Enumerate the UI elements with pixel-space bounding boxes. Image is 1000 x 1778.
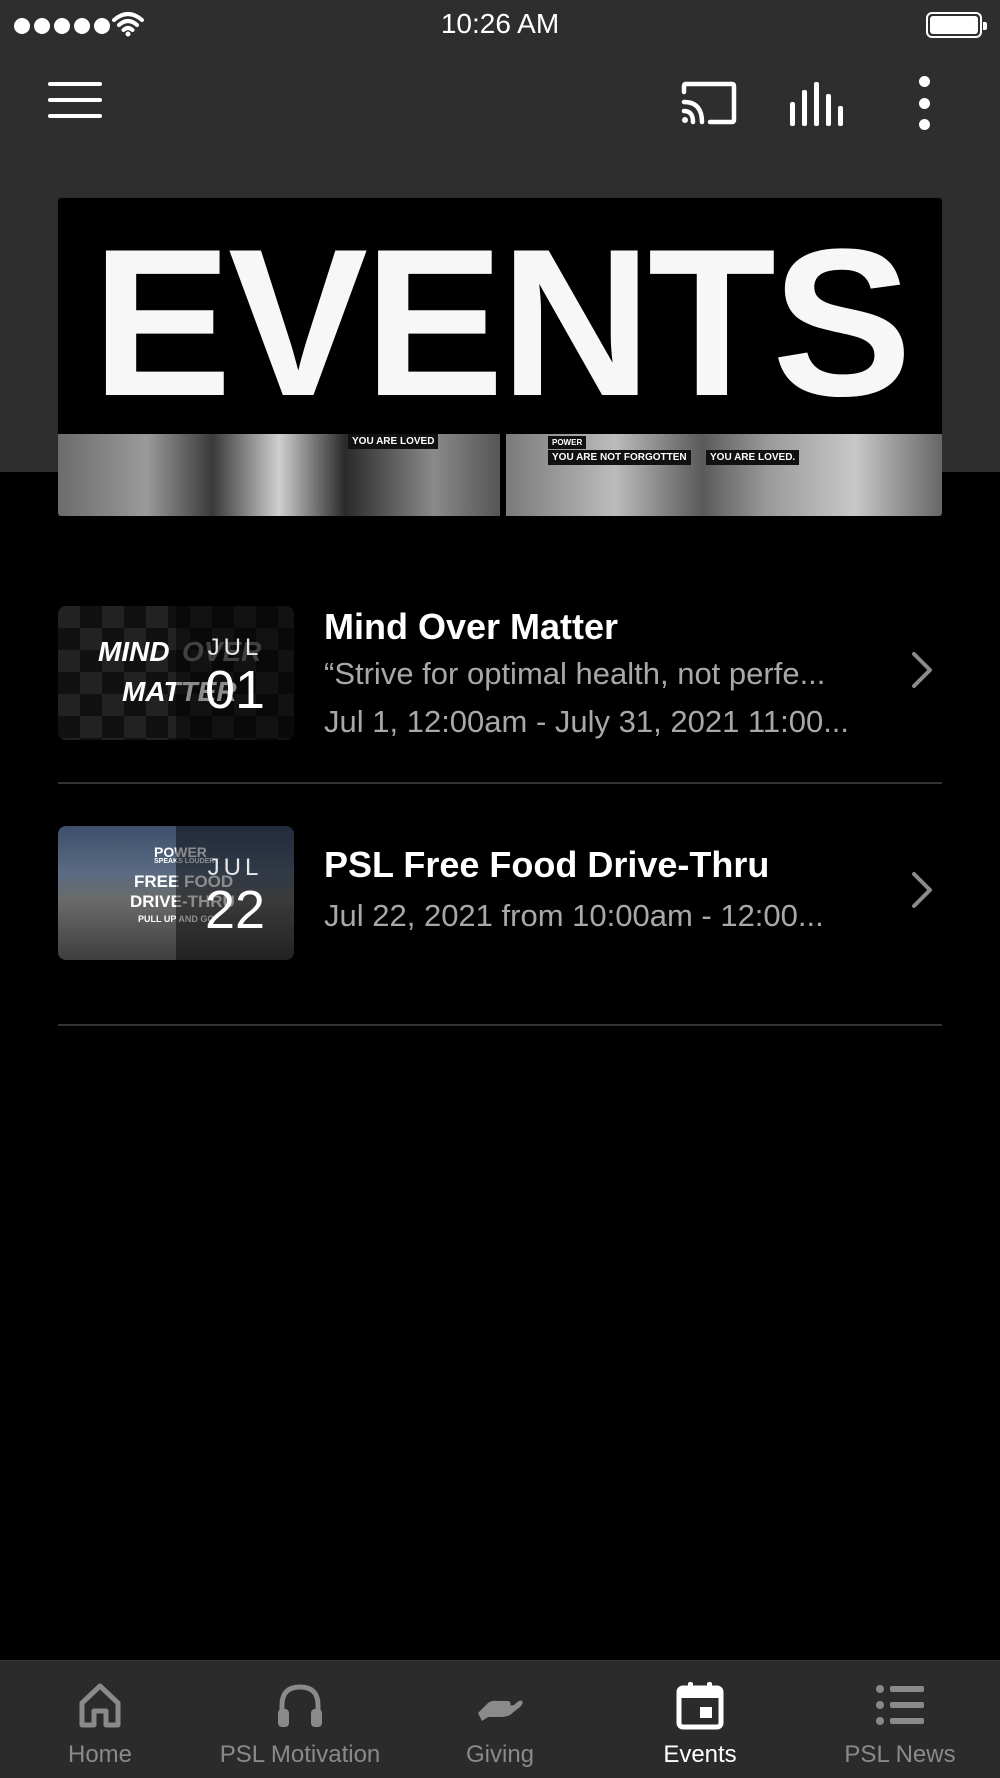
more-vertical-icon[interactable] (912, 76, 936, 130)
events-banner: EVENTS YOU ARE LOVED POWER YOU ARE NOT F… (58, 198, 942, 516)
calendar-icon (676, 1682, 724, 1730)
chevron-right-icon (912, 872, 932, 908)
date-day: 01 (204, 660, 266, 720)
tab-giving[interactable]: Giving (400, 1661, 600, 1778)
tab-label: PSL Motivation (219, 1741, 381, 1768)
tab-label: PSL News (844, 1741, 956, 1768)
headphones-icon (278, 1684, 322, 1727)
tab-label: Giving (465, 1741, 535, 1768)
status-bar: 10:26 AM (0, 0, 1000, 50)
list-divider (58, 1024, 942, 1026)
tab-psl-news[interactable]: PSL News (800, 1661, 1000, 1778)
event-list-item[interactable]: POWER SPEAKS LOUDER FREE FOOD DRIVE-THRU… (58, 826, 942, 1026)
tab-psl-motivation[interactable]: PSL Motivation (200, 1661, 400, 1778)
date-badge: JUL 01 (176, 606, 294, 740)
event-title: PSL Free Food Drive-Thru (324, 844, 770, 885)
date-badge: JUL 22 (176, 826, 294, 960)
menu-icon[interactable] (48, 82, 102, 122)
audio-bars-icon[interactable] (788, 80, 846, 126)
status-time: 10:26 AM (440, 8, 560, 39)
tab-home[interactable]: Home (0, 1661, 200, 1778)
banner-photo-caption: YOU ARE LOVED (348, 434, 439, 449)
tab-bar: Home PSL Motivation Giving Events PSL Ne… (0, 1660, 1000, 1778)
home-icon (79, 1683, 121, 1728)
date-month: JUL (207, 854, 263, 881)
event-thumbnail: POWER SPEAKS LOUDER FREE FOOD DRIVE-THRU… (58, 826, 294, 960)
cast-icon[interactable] (680, 78, 738, 126)
event-thumbnail: MIND OVER MATTER JUL 01 (58, 606, 294, 740)
event-date: Jul 1, 12:00am - July 31, 2021 11:00... (324, 704, 850, 739)
banner-photo: YOU ARE LOVED POWER YOU ARE NOT FORGOTTE… (58, 434, 942, 516)
tab-events[interactable]: Events (600, 1661, 800, 1778)
thumb-text: MIND (98, 636, 170, 667)
event-description: “Strive for optimal health, not perfe... (324, 656, 826, 691)
banner-photo-caption: YOU ARE NOT FORGOTTEN (548, 450, 691, 465)
banner-photo-caption: POWER (548, 436, 587, 449)
chevron-right-icon (912, 652, 932, 688)
list-divider (58, 782, 942, 784)
banner-photo-caption: YOU ARE LOVED. (706, 450, 800, 465)
tab-label: Events (663, 1741, 737, 1768)
event-title: Mind Over Matter (324, 606, 619, 647)
event-date: Jul 22, 2021 from 10:00am - 12:00... (324, 898, 824, 933)
banner-title: EVENTS (91, 205, 912, 440)
date-day: 22 (204, 880, 266, 940)
date-month: JUL (207, 634, 263, 661)
list-icon (876, 1685, 924, 1725)
tab-label: Home (67, 1741, 133, 1768)
giving-hand-icon (478, 1700, 523, 1721)
event-list-item[interactable]: MIND OVER MATTER JUL 01 Mind Over Matter… (58, 606, 942, 784)
nav-bar (0, 60, 1000, 146)
battery-icon (926, 12, 987, 38)
